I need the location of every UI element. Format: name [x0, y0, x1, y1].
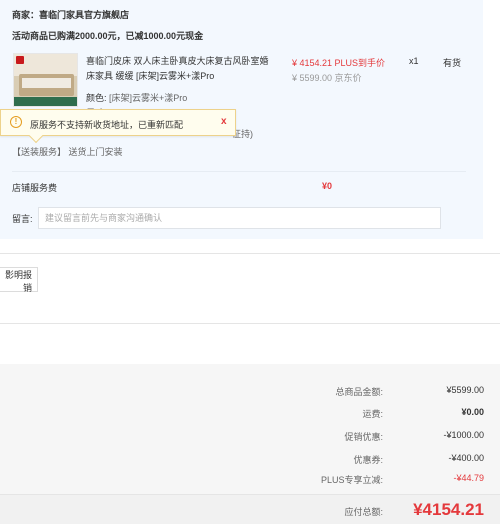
total-value: ¥4154.21 — [413, 500, 484, 519]
product-thumbnail[interactable] — [13, 53, 78, 107]
message-input[interactable] — [38, 207, 441, 229]
shop-fee-label: 店铺服务费 — [12, 183, 58, 193]
section-divider — [0, 323, 500, 324]
install-service[interactable]: 【送装服务】 送货上门安装 — [12, 145, 123, 158]
summary-value: ¥5599.00 — [446, 385, 484, 395]
summary-label: 促销优惠: — [344, 432, 383, 442]
color-value: [床架]云雾米+漾Pro — [109, 93, 188, 103]
summary-row-goods: 总商品金额: ¥5599.00 — [0, 385, 500, 399]
stock-status: 有货 — [443, 58, 462, 68]
invoice-button[interactable]: 影明报销 — [0, 267, 38, 293]
order-summary: 总商品金额: ¥5599.00 运费: ¥0.00 促销优惠: -¥1000.0… — [0, 364, 500, 494]
summary-label: 运费: — [362, 409, 383, 419]
total-payable-bar: 应付总额: ¥4154.21 — [0, 494, 500, 524]
summary-label: PLUS专享立减: — [320, 475, 383, 485]
total-label: 应付总额: — [344, 507, 383, 517]
summary-label: 总商品金额: — [335, 387, 383, 397]
original-price: ¥ 5599.00 京东价 — [292, 73, 362, 83]
promo-text: 活动商品已购满2000.00元，已减1000.00元现金 — [12, 31, 204, 41]
summary-value: -¥1000.00 — [443, 430, 484, 440]
tooltip-message: 原服务不支持新收货地址，已重新匹配 — [30, 120, 184, 130]
shop-fee-value: ¥0 — [322, 181, 333, 191]
summary-row-shipping: 运费: ¥0.00 — [0, 407, 500, 421]
summary-row-plus-discount: PLUS专享立减: -¥44.79 — [0, 473, 500, 487]
summary-label: 优惠券: — [353, 455, 383, 465]
summary-value: -¥44.79 — [453, 473, 484, 483]
section-divider — [0, 253, 500, 254]
divider — [12, 171, 466, 172]
address-change-tooltip: ! 原服务不支持新收货地址，已重新匹配 x — [0, 109, 236, 144]
close-icon[interactable]: x — [221, 116, 227, 127]
product-title[interactable]: 喜临门皮床 双人床主卧真皮大床复古风卧室婚床家具 缓缓 [床架]云雾米+漾Pro — [86, 54, 276, 84]
plus-price: ¥ 4154.21 PLUS到手价 — [292, 58, 386, 68]
summary-row-coupon: 优惠券: -¥400.00 — [0, 453, 500, 467]
message-label: 留言: — [12, 214, 33, 224]
summary-value: -¥400.00 — [448, 453, 484, 463]
summary-value: ¥0.00 — [461, 407, 484, 417]
quantity: x1 — [409, 56, 419, 66]
product-color: 颜色: [床架]云雾米+漾Pro — [86, 91, 187, 104]
summary-row-promotion: 促销优惠: -¥1000.00 — [0, 430, 500, 444]
color-label: 颜色: — [86, 93, 107, 103]
merchant-name[interactable]: 商家：喜临门家具官方旗舰店 — [12, 8, 129, 21]
warning-icon: ! — [10, 116, 22, 128]
